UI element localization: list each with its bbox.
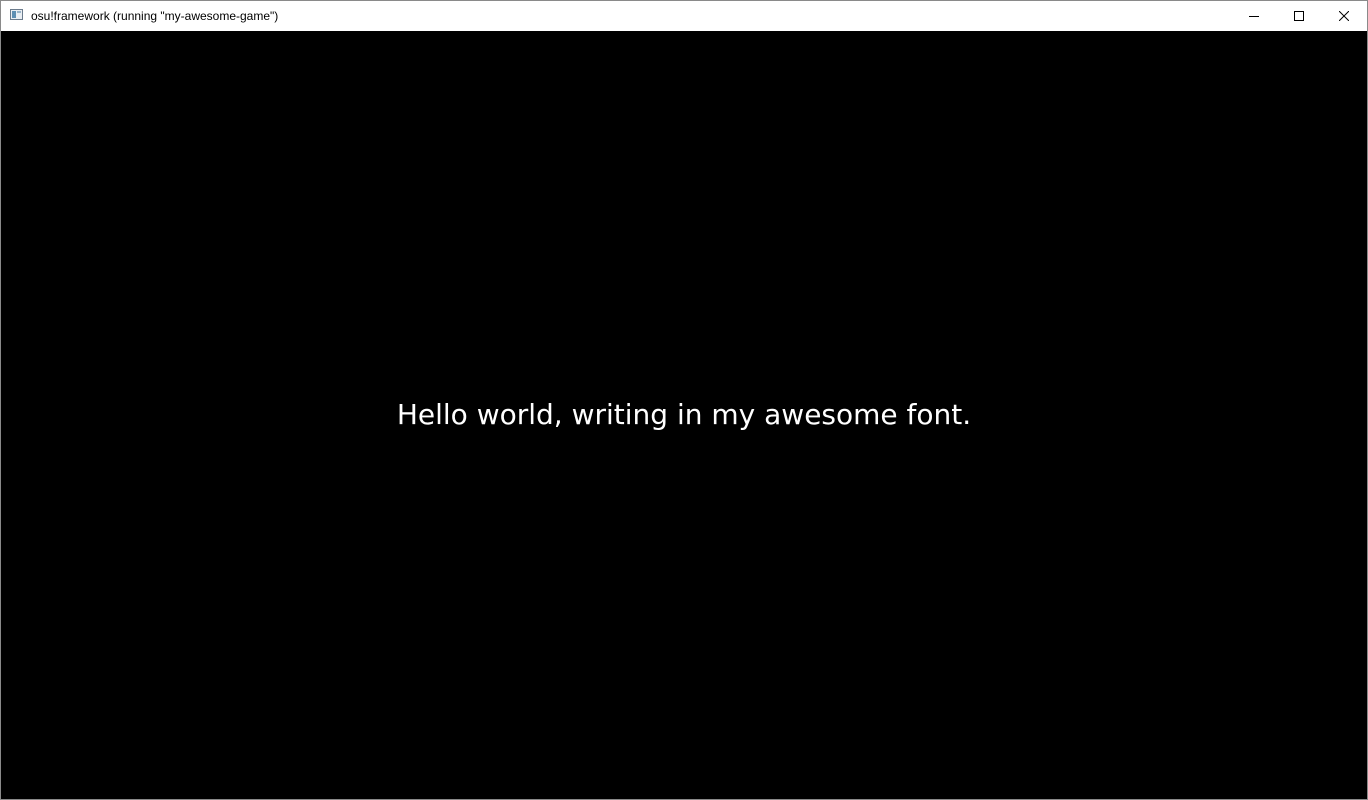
game-canvas[interactable]: Hello world, writing in my awesome font. [1,31,1367,799]
hello-world-text: Hello world, writing in my awesome font. [396,398,972,431]
maximize-icon [1294,11,1304,21]
close-button[interactable] [1321,1,1367,31]
window-app-icon[interactable] [10,9,23,20]
minimize-icon [1249,16,1259,17]
maximize-button[interactable] [1276,1,1322,31]
window-title: osu!framework (running "my-awesome-game"… [31,9,279,23]
minimize-button[interactable] [1231,1,1277,31]
app-window: osu!framework (running "my-awesome-game"… [0,0,1368,800]
title-bar[interactable]: osu!framework (running "my-awesome-game"… [1,1,1367,31]
close-icon [1339,11,1349,21]
